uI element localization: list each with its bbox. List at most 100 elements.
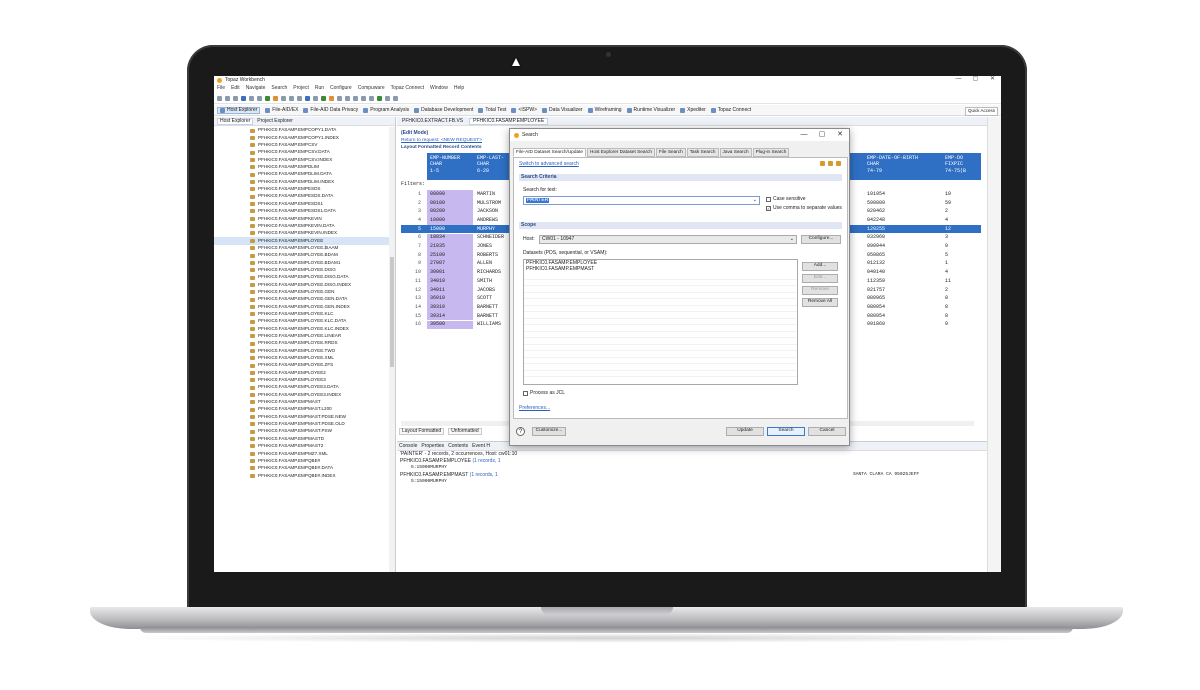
col-emp-last[interactable]: EMP-LAST- CHAR 6-20 — [477, 155, 504, 174]
tree-item[interactable]: PFHKIC0.FASAMP.EMPLOYEE.BDAM — [214, 252, 389, 259]
perspective-5[interactable]: Total Test — [478, 107, 506, 113]
tab-unformatted[interactable]: Unformatted — [448, 428, 482, 435]
tree-item[interactable]: PFHKIC0.FASAMP.EMPLOYEE3.DATA — [214, 384, 389, 391]
menu-item[interactable]: Compuware — [358, 86, 385, 94]
cancel-button[interactable]: Cancel — [808, 427, 846, 436]
tree-item[interactable]: PFHKIC0.FASAMP.EMPLOYEE.DISG.DATA — [214, 274, 389, 281]
result-row[interactable]: 5:15000MURPHY — [397, 479, 987, 486]
tree-item[interactable]: PFHKIC0.FASAMP.EMPKEVIN.DATA — [214, 222, 389, 229]
history-icon[interactable] — [820, 161, 825, 166]
tab-contents[interactable]: Contents — [448, 443, 468, 449]
tree-item[interactable]: PFHKIC0.FASAMP.EMPLOYEE.ZFS — [214, 362, 389, 369]
refresh-icon[interactable] — [241, 96, 246, 101]
tree-item[interactable]: PFHKIC0.FASAMP.EMPKEVIN.INDEX — [214, 230, 389, 237]
tree-item[interactable]: PFHKIC0.FASAMP.EMPLOYEE.GEN.INDEX — [214, 303, 389, 310]
tree-item[interactable]: PFHKIC0.FASAMP.EMPLOYEE.GEN.DATA — [214, 296, 389, 303]
search-icon[interactable] — [281, 96, 286, 101]
tree-item[interactable]: PFHKIC0.FASAMP.EMPDLIM — [214, 164, 389, 171]
tree-item[interactable]: PFHKIC0.FASAMP.EMPQBE#.INDEX — [214, 472, 389, 479]
perspective-1[interactable]: File-AID/EX — [265, 107, 298, 113]
tree-item[interactable]: PFHKIC0.FASAMP.EMPLOYEE — [214, 237, 389, 245]
search-tab-5[interactable]: Plug-in Search — [752, 148, 790, 157]
search-tab-0[interactable]: File-AID Dataset Search/Update — [513, 148, 586, 157]
search-tab-3[interactable]: Task Search — [686, 148, 719, 157]
menu-item[interactable]: Configure — [330, 86, 352, 94]
tree-item[interactable]: PFHKIC0.FASAMP.EMPMZ7.XML — [214, 450, 389, 457]
tab-employee[interactable]: PFHKIC0.FASAMP.EMPLOYEE — [469, 117, 549, 125]
quick-access-input[interactable]: Quick Access — [964, 107, 998, 116]
customize-button[interactable]: Customize... — [532, 427, 566, 436]
menu-item[interactable]: Navigate — [246, 86, 266, 94]
col-emp-do[interactable]: EMP-DO FIXPIC 74-75(B — [945, 155, 966, 174]
add-button[interactable]: Add... — [802, 262, 838, 271]
tool-icon[interactable] — [313, 96, 318, 101]
tree-item[interactable]: PFHKIC0.FASAMP.EMPLOYEE.LINEAR — [214, 333, 389, 340]
perspective-6[interactable]: <ISPW> — [511, 107, 537, 113]
col-emp-number[interactable]: EMP-NUMBER CHAR 1-5 — [430, 155, 460, 174]
menu-item[interactable]: Topaz Connect — [391, 86, 424, 94]
edit-button[interactable]: Edit... — [802, 274, 838, 283]
tree-item[interactable]: PFHKIC0.FASAMP.EMPCSV.INDEX — [214, 156, 389, 163]
menu-item[interactable]: Project — [293, 86, 309, 94]
tree-item[interactable]: PFHKIC0.FASAMP.EMPMAST — [214, 399, 389, 406]
menu-item[interactable]: Help — [454, 86, 464, 94]
tree-item[interactable]: PFHKIC0.FASAMP.EMPMAST.PDSE.NEW — [214, 413, 389, 420]
dialog-minimize[interactable]: — — [795, 129, 813, 141]
perspective-2[interactable]: File-AID Data Privacy — [303, 107, 358, 113]
help-icon[interactable]: ? — [516, 427, 525, 436]
grid4-icon[interactable] — [361, 96, 366, 101]
maximize-button[interactable]: ▢ — [967, 76, 984, 82]
tree-item[interactable]: PFHKIC0.FASAMP.EMPLOYEE.DISG.INDEX — [214, 281, 389, 288]
tree-item[interactable]: PFHKIC0.FASAMP.EMPLOYEE.KLC.INDEX — [214, 325, 389, 332]
search-tab-1[interactable]: Host Explorer Dataset Search — [586, 148, 655, 157]
perspective-4[interactable]: Database Development — [414, 107, 473, 113]
search-button[interactable]: Search — [767, 427, 805, 436]
grid5-icon[interactable] — [369, 96, 374, 101]
tab-layout-formatted[interactable]: Layout Formatted — [399, 428, 445, 435]
configure-button[interactable]: Configure... — [801, 235, 841, 244]
tree-item[interactable]: PFHKIC0.FASAMP.EMPDLIM.DATA — [214, 171, 389, 178]
tree-item[interactable]: PFHKIC0.FASAMP.EMPESDS1.DATA — [214, 208, 389, 215]
use-comma-checkbox[interactable]: ✓ Use comma to separate values — [766, 206, 842, 211]
search-tab-2[interactable]: File Search — [655, 148, 686, 157]
tree-item[interactable]: PFHKIC0.FASAMP.EMPLOYEE.DISG — [214, 267, 389, 274]
tree-item[interactable]: PFHKIC0.FASAMP.EMPMAST.PDSE.OLD — [214, 421, 389, 428]
result-row[interactable]: PFHKIC0.FASAMP.EMPLOYEE (1 records, 1 — [397, 458, 987, 465]
advanced-search-link[interactable]: Switch to advanced search — [519, 162, 579, 167]
tree-item[interactable]: PFHKIC0.FASAMP.EMPLOYEE.BDAM1 — [214, 259, 389, 266]
dialog-close[interactable]: ✕ — [831, 129, 849, 141]
paste-icon[interactable] — [257, 96, 262, 101]
tab-event[interactable]: Event H — [472, 443, 490, 449]
copy-icon[interactable] — [249, 96, 254, 101]
tree-item[interactable]: PFHKIC0.FASAMP.EMPLOYEE3 — [214, 377, 389, 384]
tab-host-explorer[interactable]: Host Explorer — [217, 117, 254, 125]
tree-item[interactable]: PFHKIC0.FASAMP.EMPESDS — [214, 186, 389, 193]
tree-item[interactable]: PFHKIC0.FASAMP.EMPLOYEE2 — [214, 369, 389, 376]
tree-item[interactable]: PFHKIC0.FASAMP.EMPCOPY1.INDEX — [214, 134, 389, 141]
result-row[interactable]: PFHKIC0.FASAMP.EMPMAST (1 records, 1 SANT… — [397, 472, 987, 479]
tree-item[interactable]: PFHKIC0.FASAMP.EMPLOYEE.KLC.DATA — [214, 318, 389, 325]
tree-item[interactable]: PFHKIC0.FASAMP.EMPLOYEE.RRDS — [214, 340, 389, 347]
tree-item[interactable]: PFHKIC0.FASAMP.EMPMAST.PSW — [214, 428, 389, 435]
result-row[interactable]: 5:15000MURPHY — [397, 465, 987, 472]
tree-item[interactable]: PFHKIC0.FASAMP.EMPDLIM.INDEX — [214, 178, 389, 185]
remove-all-button[interactable]: Remove All — [802, 298, 838, 307]
menu-item[interactable]: Edit — [231, 86, 240, 94]
debug-icon[interactable] — [273, 96, 278, 101]
perspective-8[interactable]: Wireframing — [587, 107, 622, 113]
chevron-down-icon[interactable]: ⌄ — [753, 198, 757, 203]
save-query-icon[interactable] — [828, 161, 833, 166]
forward-icon[interactable] — [393, 96, 398, 101]
perspective-7[interactable]: Data Visualizer — [542, 107, 583, 113]
tree-item[interactable]: PFHKIC0.FASAMP.EMPLOYEE.$IAAM — [214, 245, 389, 252]
menu-icon[interactable] — [836, 161, 841, 166]
case-sensitive-checkbox[interactable]: Case sensitive — [766, 197, 806, 202]
tree-item[interactable]: PFHKIC0.FASAMP.EMPLOYEE3.INDEX — [214, 391, 389, 398]
search-tab-4[interactable]: Java Search — [719, 148, 752, 157]
perspective-11[interactable]: Topaz Connect — [710, 107, 751, 113]
host-select[interactable]: CW01 - 10947 ⌄ — [539, 235, 797, 244]
connect-icon[interactable] — [305, 96, 310, 101]
terminal-icon[interactable] — [377, 96, 382, 101]
grid2-icon[interactable] — [345, 96, 350, 101]
tab-console[interactable]: Console — [399, 443, 417, 449]
